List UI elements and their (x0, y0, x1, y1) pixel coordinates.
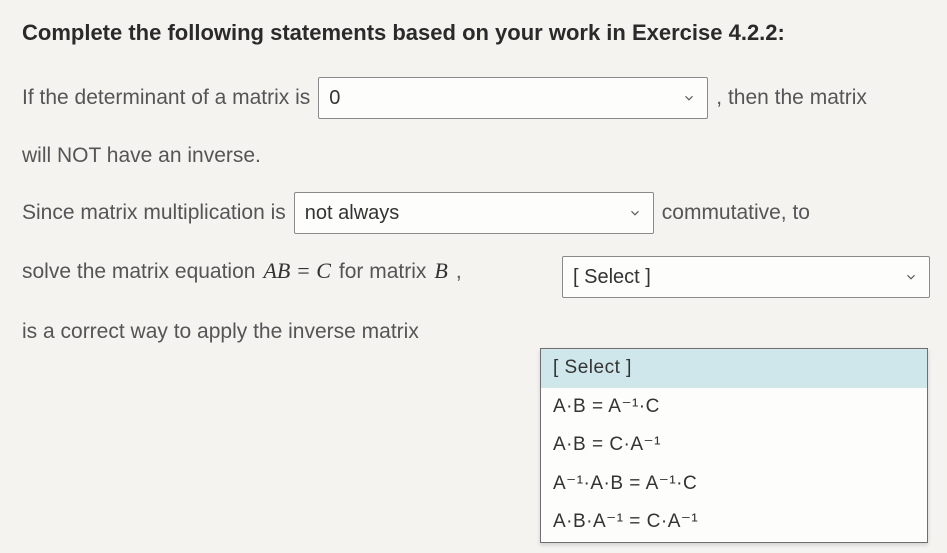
statement-3-line-2: is a correct way to apply the inverse ma… (22, 317, 925, 346)
chevron-down-icon (627, 205, 643, 221)
dropdown-option-4[interactable]: A·B·A⁻¹ = C·A⁻¹ (541, 503, 927, 542)
chevron-down-icon (903, 269, 919, 285)
s3-pre3: , (456, 257, 462, 286)
inverse-method-select[interactable]: [ Select ] (562, 256, 930, 298)
statement-3-line-1: solve the matrix equation AB = C for mat… (22, 256, 925, 287)
determinant-value-select[interactable]: 0 (318, 77, 708, 119)
s3-pre2: for matrix (339, 257, 427, 286)
dropdown-option-3[interactable]: A⁻¹·A·B = A⁻¹·C (541, 465, 927, 504)
s2-post: commutative, to (662, 198, 810, 227)
determinant-value-selected: 0 (329, 84, 340, 112)
chevron-down-icon (681, 90, 697, 106)
dropdown-option-2[interactable]: A·B = C·A⁻¹ (541, 426, 927, 465)
s1-post: , then the matrix (716, 83, 867, 112)
s3-pre1: solve the matrix equation (22, 257, 255, 286)
statement-1-line-2: will NOT have an inverse. (22, 141, 925, 170)
inverse-method-selected: [ Select ] (573, 263, 651, 291)
commutative-selected: not always (305, 199, 400, 227)
s1-pre: If the determinant of a matrix is (22, 83, 310, 112)
equation-var-b: B (434, 256, 447, 287)
equation-ab-c: AB = C (263, 256, 330, 287)
inverse-method-dropdown[interactable]: [ Select ] A·B = A⁻¹·C A·B = C·A⁻¹ A⁻¹·A… (540, 348, 928, 543)
s3-line2: is a correct way to apply the inverse ma… (22, 317, 419, 346)
statement-1-line-1: If the determinant of a matrix is 0 , th… (22, 77, 925, 119)
s1-line2: will NOT have an inverse. (22, 141, 261, 170)
commutative-select[interactable]: not always (294, 192, 654, 234)
s2-pre: Since matrix multiplication is (22, 198, 286, 227)
dropdown-option-1[interactable]: A·B = A⁻¹·C (541, 388, 927, 427)
question-heading: Complete the following statements based … (22, 18, 925, 49)
statement-2-line-1: Since matrix multiplication is not alway… (22, 192, 925, 234)
dropdown-option-placeholder[interactable]: [ Select ] (541, 349, 927, 388)
